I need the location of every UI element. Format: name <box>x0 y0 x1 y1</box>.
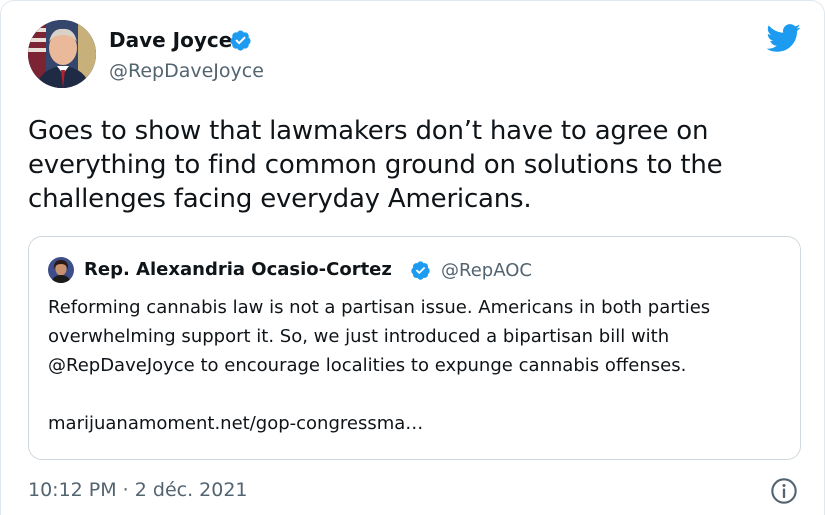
quoted-author-avatar[interactable] <box>48 257 74 283</box>
author-handle[interactable]: @RepDaveJoyce <box>109 60 264 82</box>
tweet-text: Goes to show that lawmakers don’t have t… <box>28 116 723 214</box>
info-icon[interactable] <box>770 477 798 505</box>
author-name[interactable]: Dave Joyce <box>109 28 232 52</box>
author-avatar[interactable] <box>28 20 96 88</box>
tweet-card: Dave Joyce @RepDaveJoyce Goes to show th… <box>0 0 825 515</box>
quoted-tweet-link[interactable]: marijuanamoment.net/gop-congressma… <box>48 413 423 434</box>
verified-badge-icon <box>411 261 430 280</box>
quoted-author-name[interactable]: Rep. Alexandria Ocasio-Cortez <box>84 259 392 280</box>
quoted-author-handle[interactable]: @RepAOC <box>441 260 532 281</box>
verified-badge-icon <box>230 30 251 51</box>
quoted-tweet[interactable]: Rep. Alexandria Ocasio-Cortez @RepAOC Re… <box>28 236 801 460</box>
twitter-bird-icon[interactable] <box>765 23 801 53</box>
tweet-timestamp[interactable]: 10:12 PM · 2 déc. 2021 <box>28 479 248 501</box>
quoted-tweet-text: Reforming cannabis law is not a partisan… <box>48 297 711 376</box>
